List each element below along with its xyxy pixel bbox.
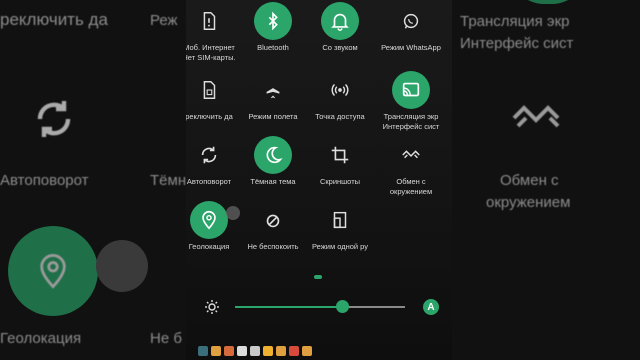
dock-app-4[interactable] (237, 346, 247, 356)
dock-app-3[interactable] (224, 346, 234, 356)
bg-gray-dot (96, 240, 148, 292)
tile-dnd[interactable]: Не беспокоить (240, 201, 306, 252)
bluetooth-label: Bluetooth (257, 43, 289, 52)
bg-nb-text: Не б (150, 330, 182, 347)
dock-app-1[interactable] (198, 346, 208, 356)
one-hand-toggle[interactable] (321, 201, 359, 239)
hotspot-toggle[interactable] (321, 71, 359, 109)
screenshot-toggle[interactable] (321, 136, 359, 174)
page-indicator (314, 275, 322, 279)
mobile-internet-label: Моб. Интернет (186, 43, 235, 52)
whatsapp-icon (403, 13, 419, 29)
bg-dark-theme-text: Тёмная тема (150, 172, 186, 189)
whatsapp-label: Режим WhatsApp (381, 43, 441, 52)
nearby-share-toggle[interactable] (392, 136, 430, 174)
airplane-toggle[interactable] (254, 71, 292, 109)
tile-one-hand[interactable]: Режим одной ру (307, 201, 373, 252)
one-hand-icon (333, 211, 347, 229)
tile-bluetooth[interactable]: Bluetooth (240, 2, 306, 53)
dock-app-6[interactable] (263, 346, 273, 356)
dnd-toggle[interactable] (254, 201, 292, 239)
sound-label: Со звуком (322, 43, 358, 52)
tile-screenshot[interactable]: Скриншоты (307, 136, 373, 187)
nearby-icon (402, 150, 420, 159)
bg-geolocation-text: Геолокация (0, 330, 82, 347)
tile-autorotate[interactable]: Автоповорот (186, 136, 242, 187)
dock-app-9[interactable] (302, 346, 312, 356)
dark-theme-label: Тёмная тема (250, 177, 296, 186)
switch-data-toggle[interactable] (190, 71, 228, 109)
cast-label: Трансляция экр (383, 112, 439, 121)
app-dock (198, 346, 312, 360)
hotspot-icon (331, 83, 349, 97)
geolocation-toggle[interactable] (190, 201, 228, 239)
dnd-label: Не беспокоить (247, 242, 299, 251)
geolocation-label: Геолокация (188, 242, 230, 251)
dock-app-7[interactable] (276, 346, 286, 356)
brightness-row: A (202, 297, 440, 317)
nearby-share-label: Обмен с (396, 177, 426, 186)
autorotate-toggle[interactable] (190, 136, 228, 174)
auto-brightness-button[interactable]: A (423, 299, 439, 315)
moon-icon (266, 146, 283, 164)
location-icon (202, 210, 216, 230)
cast-sublabel: Интерфейс сист (382, 122, 440, 131)
bluetooth-icon (268, 11, 278, 31)
bg-mode-text: Реж (150, 12, 178, 29)
dock-app-2[interactable] (211, 346, 221, 356)
tile-airplane[interactable]: Режим полета (240, 71, 306, 122)
dnd-icon (266, 214, 280, 228)
background-left: реключить да Автоповорот Геолокация Реж … (0, 0, 186, 360)
cast-toggle[interactable] (392, 71, 430, 109)
bg-rotate-icon (37, 101, 71, 137)
cast-icon (402, 82, 420, 97)
mobile-internet-sublabel: Нет SIM-карты. (186, 53, 236, 62)
rotate-icon (201, 146, 217, 164)
autorotate-label: Автоповорот (186, 177, 232, 186)
bg-nearby-icon (512, 105, 560, 128)
bluetooth-toggle[interactable] (254, 2, 292, 40)
mobile-internet-toggle[interactable] (190, 2, 228, 40)
switch-data-label: реключить да (186, 112, 233, 121)
dock-app-8[interactable] (289, 346, 299, 356)
bg-location-icon (40, 253, 66, 289)
one-hand-label: Режим одной ру (311, 242, 368, 251)
crop-icon (331, 146, 349, 164)
tile-hotspot[interactable]: Точка доступа (307, 71, 373, 122)
tile-whatsapp[interactable]: Режим WhatsApp (378, 2, 444, 53)
bg-exchange-text2: окружением (486, 194, 571, 211)
screenshot-label: Скриншоты (319, 177, 361, 186)
nearby-share-sublabel: окружением (389, 187, 433, 196)
bg-exchange-text1: Обмен с (500, 172, 559, 189)
airplane-label: Режим полета (248, 112, 298, 121)
brightness-slider-thumb[interactable] (336, 300, 350, 313)
quick-settings-panel: Моб. Интернет Нет SIM-карты. Bluetooth Со з… (186, 0, 452, 360)
tile-dark-theme[interactable]: Тёмная тема (240, 136, 306, 187)
sim-alert-icon (203, 12, 216, 30)
bg-cast-text2: Интерфейс сист (460, 35, 574, 52)
bg-autorotate-text: Автоповорот (0, 172, 89, 189)
brightness-fill (235, 306, 343, 308)
whatsapp-toggle[interactable] (392, 2, 430, 40)
bg-switch-data-text: реключить да (0, 10, 108, 29)
background-right: Трансляция экр Интерфейс сист Обмен с ок… (452, 0, 640, 360)
tile-switch-data[interactable]: реключить да (186, 71, 242, 122)
dark-theme-toggle[interactable] (254, 136, 292, 174)
touch-indicator (226, 206, 240, 220)
hotspot-label: Точка доступа (315, 112, 365, 121)
tile-cast[interactable]: Трансляция экр Интерфейс сист (378, 71, 444, 132)
brightness-icon (205, 300, 219, 314)
airplane-icon (266, 81, 280, 99)
bg-cast-text1: Трансляция экр (460, 13, 570, 30)
tile-nearby-share[interactable]: Обмен с окружением (378, 136, 444, 197)
tile-sound[interactable]: Со звуком (307, 2, 373, 53)
bg-cast-circle (510, 0, 586, 4)
bell-icon (331, 13, 349, 31)
dock-app-5[interactable] (250, 346, 260, 356)
sim-icon (203, 81, 216, 99)
tile-mobile-internet[interactable]: Моб. Интернет Нет SIM-карты. (186, 2, 242, 63)
sound-toggle[interactable] (321, 2, 359, 40)
